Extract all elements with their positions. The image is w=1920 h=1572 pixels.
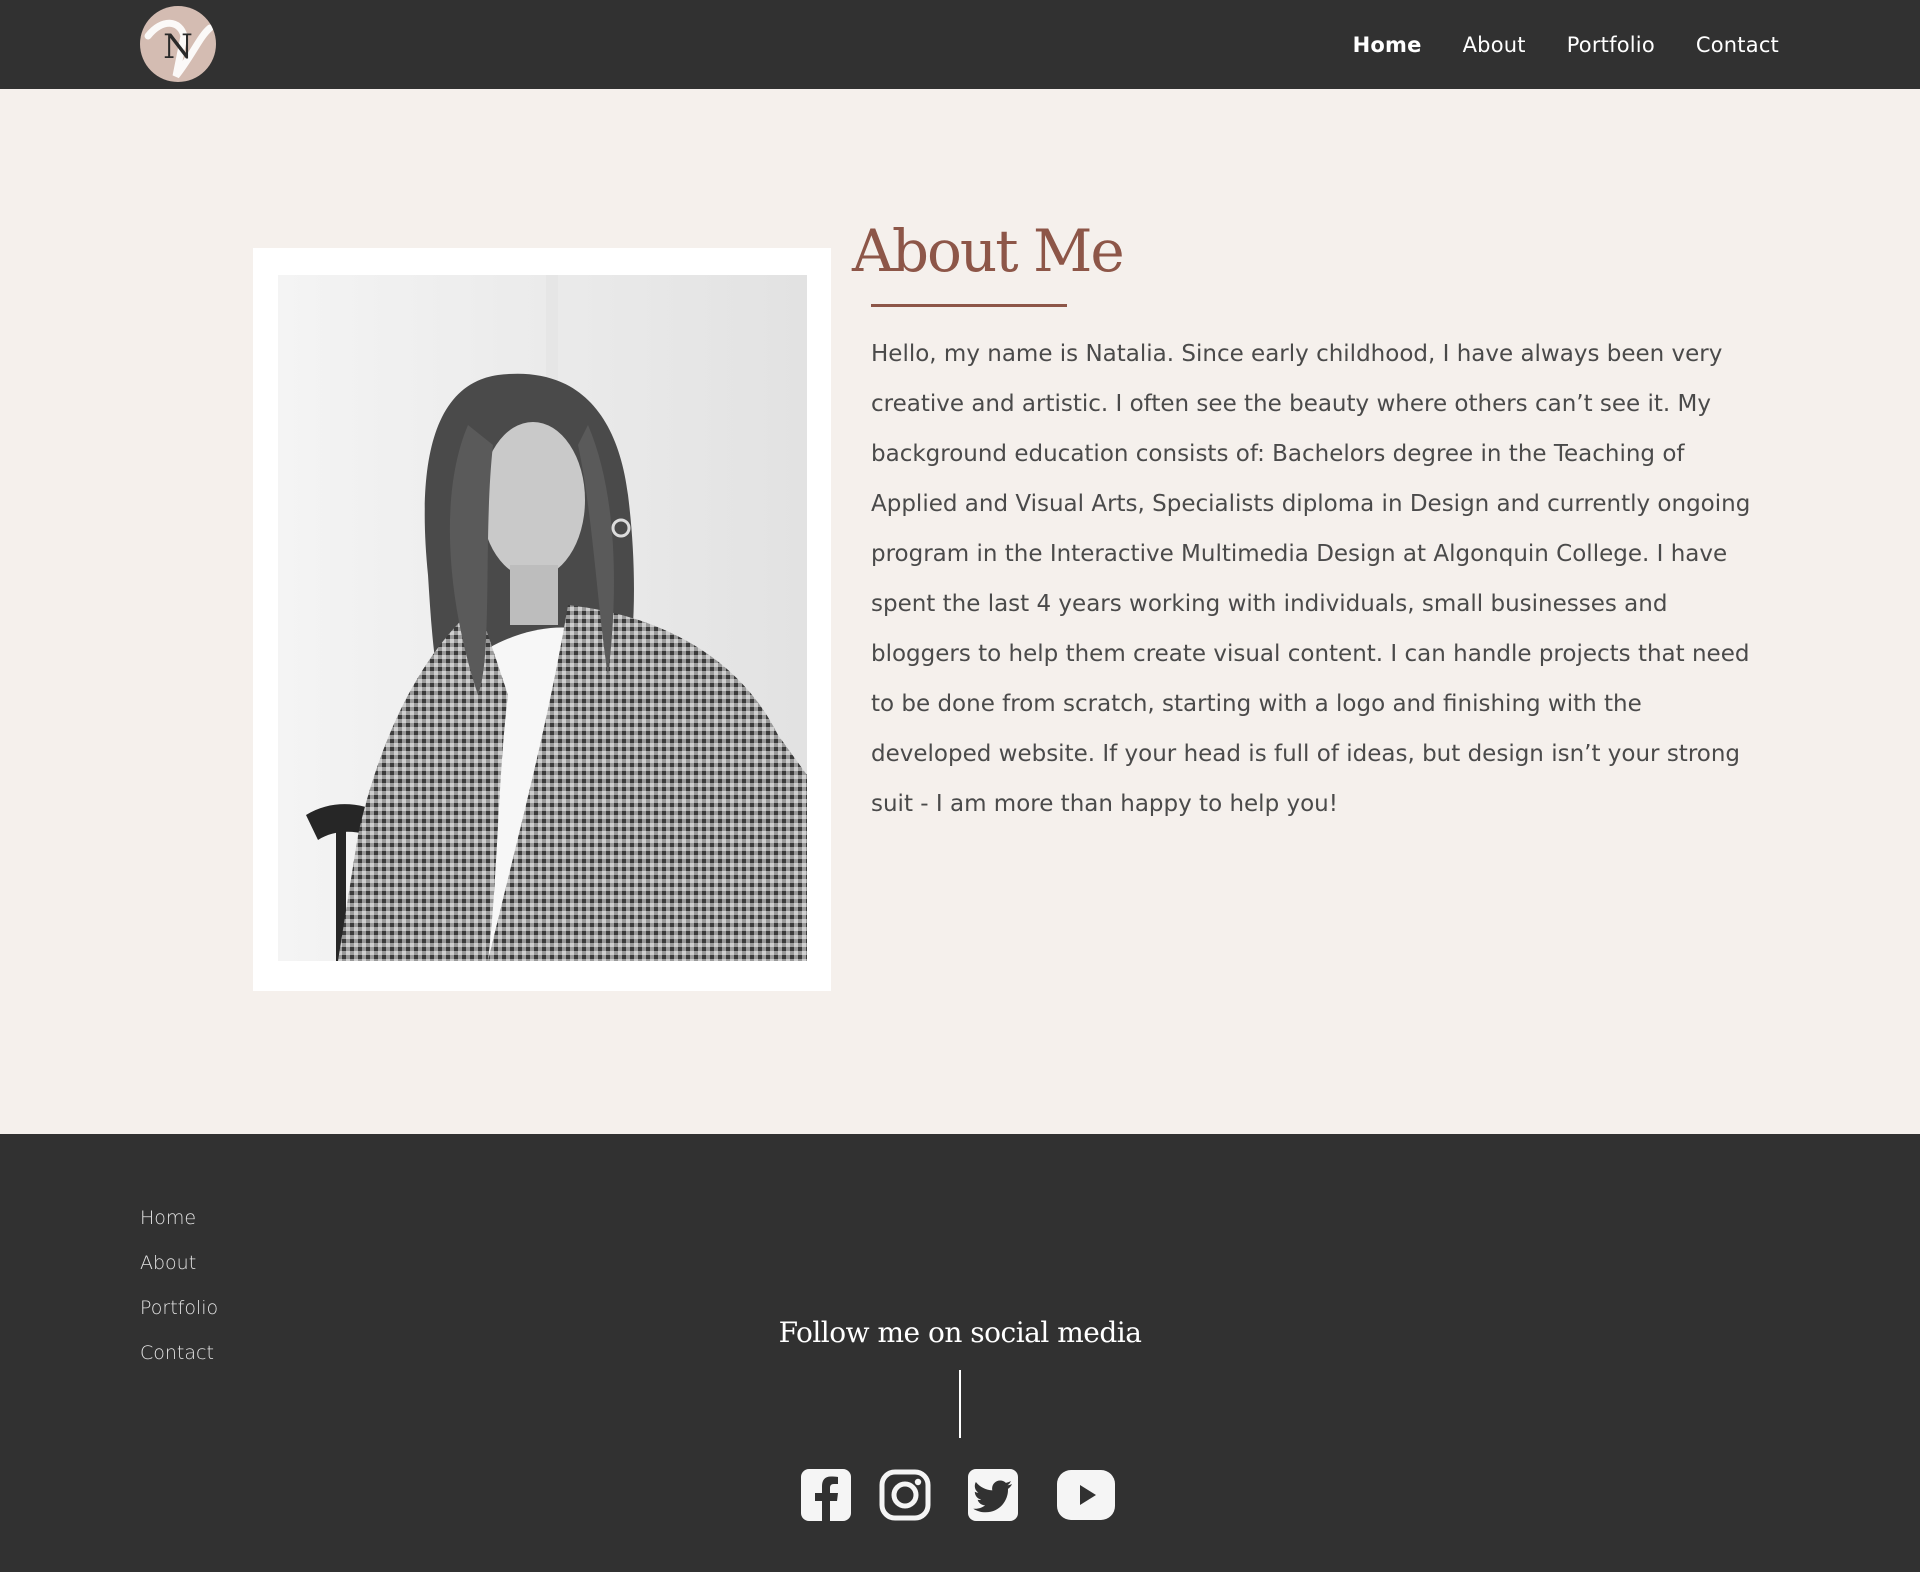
twitter-icon[interactable] <box>967 1468 1019 1522</box>
about-section: About Me Hello, my name is Natalia. Sinc… <box>0 89 1920 1134</box>
nav-about[interactable]: About <box>1463 33 1526 57</box>
nav-portfolio[interactable]: Portfolio <box>1567 33 1655 57</box>
site-header: N Home About Portfolio Contact <box>0 0 1920 89</box>
about-title: About Me <box>852 217 1125 285</box>
logo-letter: N <box>163 27 193 67</box>
follow-title: Follow me on social media <box>778 1316 1142 1349</box>
top-nav: Home About Portfolio Contact <box>1353 0 1779 89</box>
about-bio: Hello, my name is Natalia. Since early c… <box>871 341 1751 817</box>
instagram-icon[interactable] <box>879 1468 931 1522</box>
photo-frame <box>253 248 831 991</box>
portrait-photo <box>278 275 807 961</box>
footer-nav-about[interactable]: About <box>140 1251 218 1275</box>
footer-nav-home[interactable]: Home <box>140 1206 218 1230</box>
title-underline <box>871 304 1067 307</box>
facebook-icon[interactable] <box>800 1468 852 1522</box>
site-footer: Home About Portfolio Contact Follow me o… <box>0 1134 1920 1572</box>
nav-home[interactable]: Home <box>1353 33 1422 57</box>
nav-contact[interactable]: Contact <box>1696 33 1779 57</box>
youtube-icon[interactable] <box>1056 1468 1116 1522</box>
logo-mark-icon: N <box>144 19 214 79</box>
logo[interactable]: N <box>140 6 216 82</box>
portrait-illustration <box>278 275 807 961</box>
divider-line <box>959 1370 961 1438</box>
